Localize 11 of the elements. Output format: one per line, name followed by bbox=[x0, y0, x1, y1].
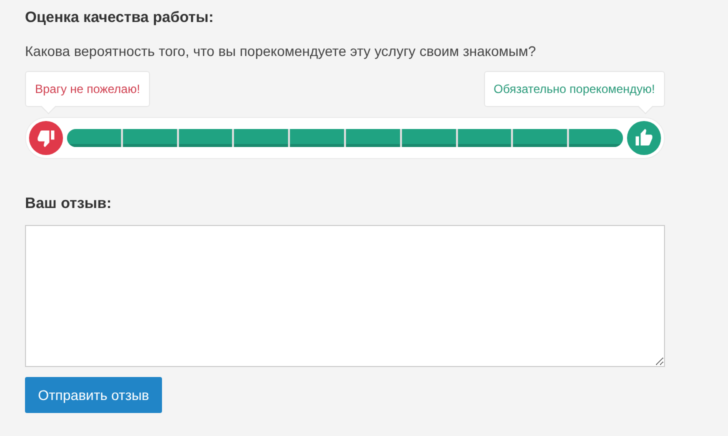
section-title: Оценка качества работы: bbox=[25, 9, 215, 26]
review-label: Ваш отзыв: bbox=[25, 195, 112, 212]
rating-segment[interactable] bbox=[569, 129, 623, 147]
thumbs-down-icon[interactable] bbox=[29, 121, 63, 155]
rating-segment[interactable] bbox=[67, 129, 121, 147]
low-tooltip: Врагу не пожелаю! bbox=[25, 71, 150, 113]
submit-button[interactable]: Отправить отзыв bbox=[25, 377, 162, 413]
high-tooltip: Обязательно порекомендую! bbox=[484, 71, 665, 113]
question-text: Какова вероятность того, что вы порекомендуете эту услугу своим знакомым? bbox=[25, 43, 537, 59]
thumbs-up-icon[interactable] bbox=[627, 121, 661, 155]
review-field[interactable] bbox=[25, 225, 665, 367]
